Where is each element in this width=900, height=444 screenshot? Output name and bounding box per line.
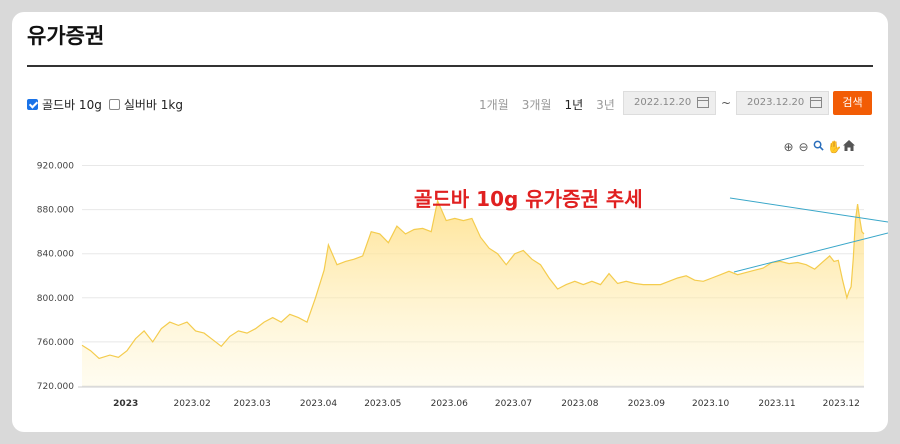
y-tick-label: 920.000 xyxy=(37,162,74,172)
x-tick-label: 2023.04 xyxy=(300,399,337,409)
lower-trendline xyxy=(733,232,888,273)
x-tick-label: 2023 xyxy=(113,399,138,409)
x-tick-label: 2023.07 xyxy=(495,399,532,409)
x-axis: 2023 2023.02 2023.03 2023.04 2023.05 2023.06 2… xyxy=(78,386,864,409)
chart-annotation: 골드바 10g 유가증권 추세 xyxy=(414,187,643,211)
y-axis: 920.000 880.000 840.000 800.000 760.000 720.0… xyxy=(37,162,74,392)
x-tick-label: 2023.03 xyxy=(234,399,271,409)
y-tick-label: 800.000 xyxy=(37,294,74,304)
x-tick-label: 2023.09 xyxy=(628,399,665,409)
y-tick-label: 720.000 xyxy=(37,382,74,392)
x-tick-label: 2023.02 xyxy=(174,399,211,409)
trendlines xyxy=(729,197,888,273)
y-tick-label: 840.000 xyxy=(37,250,74,260)
x-tick-label: 2023.08 xyxy=(561,399,598,409)
price-chart: 920.000 880.000 840.000 800.000 760.000 720.0… xyxy=(37,162,888,409)
x-tick-label: 2023.12 xyxy=(823,399,860,409)
series-area xyxy=(82,200,864,386)
x-tick-label: 2023.11 xyxy=(758,399,795,409)
x-tick-label: 2023.10 xyxy=(692,399,729,409)
x-tick-label: 2023.06 xyxy=(431,399,468,409)
y-tick-label: 760.000 xyxy=(37,338,74,348)
x-tick-label: 2023.05 xyxy=(364,399,401,409)
y-tick-label: 880.000 xyxy=(37,206,74,216)
chart-card: 유가증권 골드바 10g 실버바 1kg 1개월 3개월 1년 3년 2022.… xyxy=(12,12,888,432)
